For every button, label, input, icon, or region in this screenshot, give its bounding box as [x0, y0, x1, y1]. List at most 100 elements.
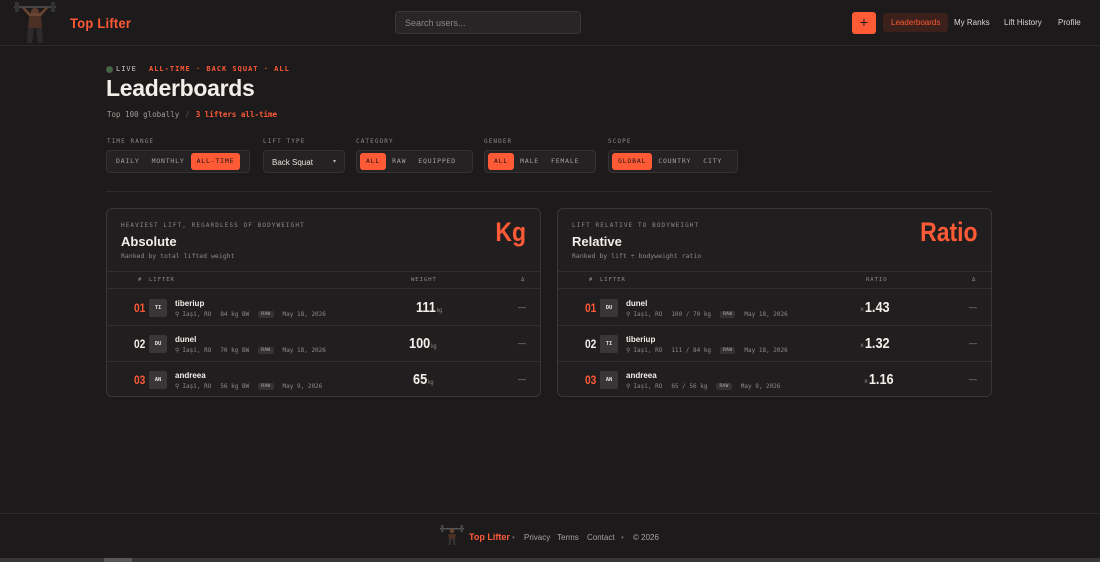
scrollbar-thumb[interactable]	[104, 558, 132, 562]
lifter-name[interactable]: tiberiup	[175, 299, 204, 308]
table-row[interactable]: 01 DU dunel ⚲ Iași, RO 100 / 70 kg RAW Ma…	[558, 290, 991, 326]
gender-label: GENDER	[484, 138, 513, 145]
lift-weight-unit: kg	[436, 308, 443, 314]
weightlifter-logo-icon[interactable]	[440, 525, 464, 545]
times-icon: ×	[860, 341, 864, 350]
lifter-meta: ⚲ Iași, RO 111 / 84 kg RAW May 18, 2026	[626, 347, 788, 354]
lift-type-select[interactable]: Back Squat ▾	[263, 150, 345, 173]
footer-brand[interactable]: Top Lifter	[469, 532, 510, 542]
lift-date: May 9, 2026	[282, 383, 323, 390]
avatar[interactable]: DU	[600, 299, 618, 317]
add-lift-button[interactable]: +	[852, 12, 876, 34]
gender-male[interactable]: MALE	[514, 153, 545, 170]
rank-number: 03	[585, 373, 597, 387]
card-kicker: LIFT RELATIVE TO BODYWEIGHT	[572, 222, 700, 229]
scope-global[interactable]: GLOBAL	[612, 153, 653, 170]
table-row[interactable]: 03 AN andreea ⚲ Iași, RO 65 / 56 kg RAW M…	[558, 362, 991, 396]
avatar[interactable]: TI	[149, 299, 167, 317]
lift-type-label: LIFT TYPE	[263, 138, 306, 145]
times-icon: ×	[860, 305, 864, 314]
lift-date: May 9, 2026	[740, 383, 781, 390]
category-selector: ALL RAW EQUIPPED	[356, 150, 473, 173]
lift-bodyweight-ratio: 100 / 70 kg	[671, 311, 712, 318]
location-pin-icon: ⚲	[175, 383, 180, 390]
footer: Top Lifter • Privacy Terms Contact • © 2…	[0, 513, 1100, 559]
weightlifter-logo-icon[interactable]	[14, 0, 56, 44]
lifter-name[interactable]: andreea	[175, 371, 206, 380]
card-description: Ranked by lift ÷ bodyweight ratio	[572, 252, 702, 260]
lifter-location: Iași, RO	[633, 383, 663, 390]
time-range-all-time[interactable]: ALL-TIME	[190, 153, 241, 170]
rank-delta: —	[969, 375, 977, 384]
footer-link-contact[interactable]: Contact	[587, 533, 615, 542]
live-label: LIVE	[116, 65, 137, 73]
footer-copyright: © 2026	[633, 533, 659, 542]
absolute-leaderboard-card: HEAVIEST LIFT, REGARDLESS OF BODYWEIGHT …	[106, 208, 541, 397]
footer-dot: •	[512, 533, 515, 542]
nav-profile[interactable]: Profile	[1050, 13, 1089, 32]
chevron-down-icon: ▾	[332, 159, 336, 165]
table-header: # LIFTER RATIO Δ	[558, 271, 991, 289]
col-ratio: RATIO	[866, 277, 888, 283]
lift-date: May 18, 2026	[282, 347, 326, 354]
col-rank: #	[138, 277, 143, 283]
lift-bodyweight-ratio: 65 / 56 kg	[671, 383, 708, 390]
lifter-name[interactable]: dunel	[175, 335, 196, 344]
rank-delta: —	[518, 339, 526, 348]
lift-ratio: ×1.16	[864, 371, 894, 388]
lifter-meta: ⚲ Iași, RO 70 kg BW RAW May 18, 2026	[175, 347, 326, 354]
nav-my-ranks[interactable]: My Ranks	[946, 13, 998, 32]
lifter-name[interactable]: andreea	[626, 371, 657, 380]
table-row[interactable]: 03 AN andreea ⚲ Iași, RO 56 kg BW RAW May…	[107, 362, 540, 396]
time-range-monthly[interactable]: MONTHLY	[146, 153, 191, 170]
lifter-location: Iași, RO	[182, 311, 212, 318]
breadcrumb: ALL-TIME · BACK SQUAT · ALL	[149, 65, 290, 73]
footer-link-terms[interactable]: Terms	[557, 533, 579, 542]
lifter-location: Iași, RO	[633, 311, 663, 318]
lifter-bodyweight: 56 kg BW	[220, 383, 250, 390]
nav-leaderboards[interactable]: Leaderboards	[883, 13, 949, 32]
avatar[interactable]: AN	[149, 371, 167, 389]
avatar[interactable]: AN	[600, 371, 618, 389]
location-pin-icon: ⚲	[626, 311, 631, 318]
location-pin-icon: ⚲	[175, 347, 180, 354]
lifter-name[interactable]: dunel	[626, 299, 647, 308]
search-input[interactable]: Search users...	[395, 11, 581, 34]
scope-country[interactable]: COUNTRY	[652, 153, 697, 170]
subtitle-count: 3 lifters all-time	[195, 110, 278, 119]
avatar[interactable]: TI	[600, 335, 618, 353]
table-row[interactable]: 02 DU dunel ⚲ Iași, RO 70 kg BW RAW May 1…	[107, 326, 540, 362]
lifter-bodyweight: 70 kg BW	[220, 347, 250, 354]
gender-female[interactable]: FEMALE	[545, 153, 585, 170]
avatar[interactable]: DU	[149, 335, 167, 353]
category-badge: RAW	[258, 347, 274, 354]
lifter-location: Iași, RO	[633, 347, 663, 354]
table-row[interactable]: 01 TI tiberiup ⚲ Iași, RO 84 kg BW RAW Ma…	[107, 290, 540, 326]
footer-link-privacy[interactable]: Privacy	[524, 533, 550, 542]
table-row[interactable]: 02 TI tiberiup ⚲ Iași, RO 111 / 84 kg RAW…	[558, 326, 991, 362]
card-unit-label: Kg	[495, 217, 526, 247]
lift-date: May 18, 2026	[744, 311, 788, 318]
location-pin-icon: ⚲	[626, 383, 631, 390]
time-range-daily[interactable]: DAILY	[110, 153, 146, 170]
page-subtitle: Top 100 globally / 3 lifters all-time	[107, 110, 277, 119]
category-all[interactable]: ALL	[360, 153, 387, 170]
card-kicker: HEAVIEST LIFT, REGARDLESS OF BODYWEIGHT	[121, 222, 305, 229]
category-badge: RAW	[258, 311, 274, 318]
scope-city[interactable]: CITY	[697, 153, 728, 170]
lift-weight-value: 111	[416, 299, 436, 316]
scope-selector: GLOBAL COUNTRY CITY	[608, 150, 738, 173]
lifter-meta: ⚲ Iași, RO 100 / 70 kg RAW May 18, 2026	[626, 311, 788, 318]
category-badge: RAW	[720, 311, 736, 318]
category-equipped[interactable]: EQUIPPED	[412, 153, 462, 170]
footer-dot: •	[621, 533, 624, 542]
lifter-name[interactable]: tiberiup	[626, 335, 655, 344]
gender-selector: ALL MALE FEMALE	[484, 150, 596, 173]
lift-type-value: Back Squat	[272, 158, 313, 167]
brand-name[interactable]: Top Lifter	[70, 15, 131, 31]
gender-all[interactable]: ALL	[488, 153, 515, 170]
category-raw[interactable]: RAW	[386, 153, 412, 170]
horizontal-scrollbar[interactable]	[0, 558, 1100, 562]
lift-bodyweight-ratio: 111 / 84 kg	[671, 347, 712, 354]
nav-lift-history[interactable]: Lift History	[996, 13, 1050, 32]
